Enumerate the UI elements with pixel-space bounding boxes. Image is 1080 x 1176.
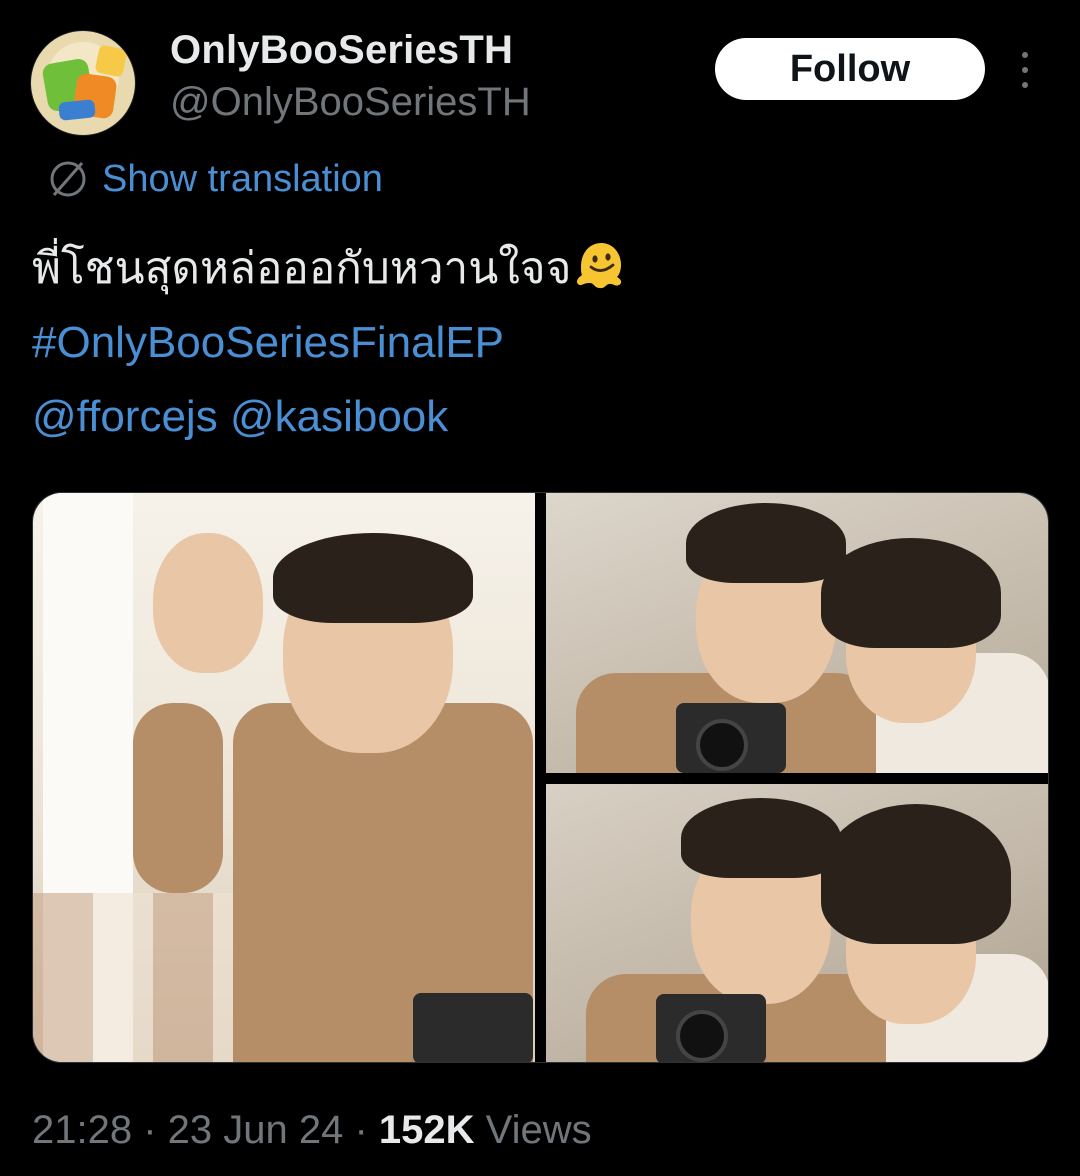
meta-separator: ·: [132, 1108, 168, 1152]
figure-hair: [273, 533, 473, 623]
tweet-date[interactable]: 23 Jun 24: [168, 1108, 344, 1152]
show-translation-link[interactable]: Show translation: [44, 154, 383, 204]
avatar-logo-shape: [94, 44, 128, 78]
dot: [1022, 82, 1028, 88]
mention-link[interactable]: @kasibook: [230, 392, 448, 441]
tweet-text: พี่โชนสุดหล่อออกับหวานใจจ: [32, 244, 572, 293]
figure-hair: [821, 804, 1011, 944]
views-label: Views: [474, 1108, 592, 1152]
meta-separator: ·: [343, 1108, 379, 1152]
figure-camera: [413, 993, 533, 1062]
author-avatar[interactable]: [30, 30, 136, 136]
dot: [1022, 52, 1028, 58]
figure-hair: [681, 798, 841, 878]
camera-lens: [696, 719, 748, 771]
show-translation-label: Show translation: [102, 157, 383, 200]
mention-link[interactable]: @fforcejs: [32, 392, 218, 441]
views-count[interactable]: 152K: [379, 1108, 475, 1152]
tweet-header: OnlyBooSeriesTH @OnlyBooSeriesTH Follow: [30, 28, 1060, 136]
mentions-line: @fforcejs @kasibook: [32, 380, 1032, 454]
tweet-body: พี่โชนสุดหล่อออกับหวานใจจ #OnlyBooSeries…: [32, 232, 1032, 454]
media-grid: [32, 492, 1049, 1063]
globe-icon: [50, 161, 86, 197]
hashtag-link[interactable]: #OnlyBooSeriesFinalEP: [32, 306, 1032, 380]
figure-hair: [686, 503, 846, 583]
author-handle[interactable]: @OnlyBooSeriesTH: [170, 80, 531, 125]
figure-hair: [821, 538, 1001, 648]
photo-camera-look-1[interactable]: [546, 493, 1048, 773]
tweet-meta: 21:28 · 23 Jun 24 · 152K Views: [32, 1108, 592, 1153]
camera-lens: [676, 1010, 728, 1062]
figure-hand: [153, 533, 263, 673]
photo-camera-look-2[interactable]: [546, 784, 1048, 1062]
melting-face-emoji-icon: [577, 243, 622, 289]
figure-arm: [133, 703, 223, 893]
tweet-text-line: พี่โชนสุดหล่อออกับหวานใจจ: [32, 232, 1032, 306]
dot: [1022, 67, 1028, 73]
follow-button[interactable]: Follow: [715, 38, 985, 100]
photo-ok-gesture[interactable]: [33, 493, 535, 1062]
tweet-time[interactable]: 21:28: [32, 1108, 132, 1152]
avatar-logo-shape: [58, 99, 96, 121]
more-vertical-icon[interactable]: [1015, 52, 1035, 88]
author-display-name[interactable]: OnlyBooSeriesTH: [170, 28, 513, 73]
